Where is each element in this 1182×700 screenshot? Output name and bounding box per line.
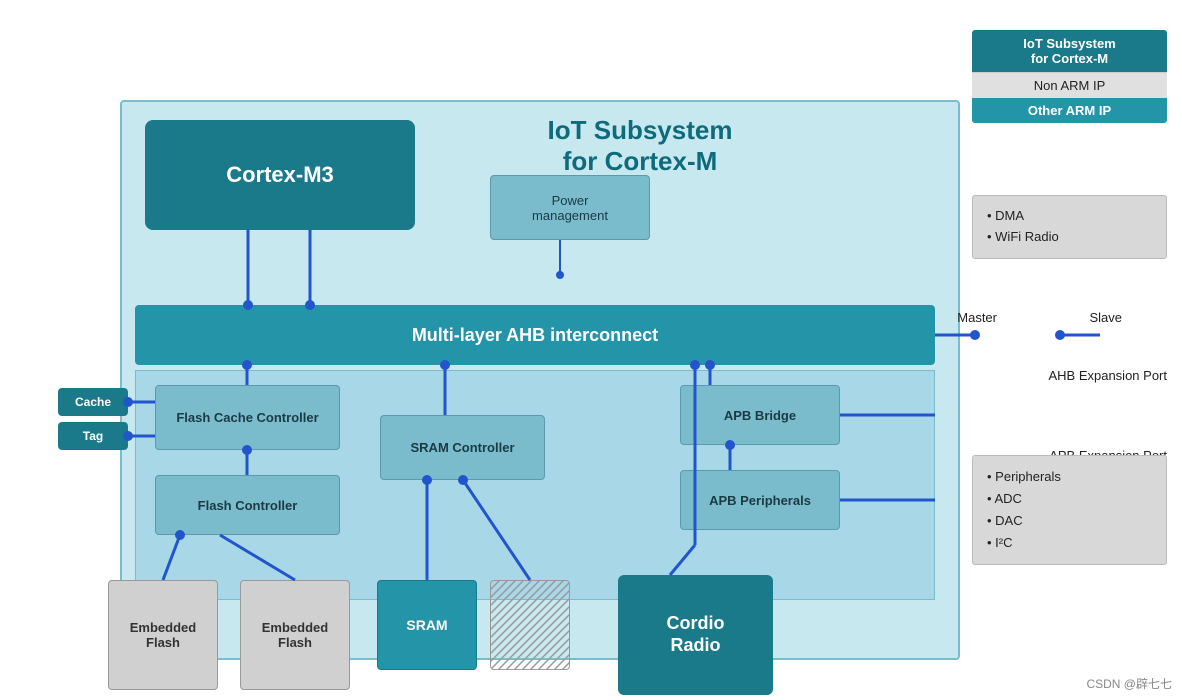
- hatch-pattern: [491, 581, 569, 669]
- iot-subsystem-label: IoT Subsystem for Cortex-M: [480, 115, 800, 177]
- tag-box: Tag: [58, 422, 128, 450]
- slave-label: Slave: [1089, 310, 1122, 325]
- sram-hatch-box: [490, 580, 570, 670]
- tag-label: Tag: [83, 429, 103, 443]
- flash-cache-controller-box: Flash Cache Controller: [155, 385, 340, 450]
- legend-other-arm-label: Other ARM IP: [972, 98, 1167, 123]
- cordio-radio-label: CordioRadio: [667, 613, 725, 656]
- watermark: CSDN @辟七七: [1086, 675, 1172, 692]
- cortex-m3-label: Cortex-M3: [226, 162, 334, 188]
- master-label: Master: [957, 310, 997, 325]
- dma-item: • DMA: [987, 206, 1152, 227]
- embedded-flash-2-label: EmbeddedFlash: [262, 620, 328, 650]
- dac-item: • DAC: [987, 510, 1152, 532]
- apb-bridge-label: APB Bridge: [724, 408, 796, 423]
- sram-controller-label: SRAM Controller: [411, 440, 515, 455]
- flash-cache-controller-label: Flash Cache Controller: [176, 410, 318, 425]
- sram-box: SRAM: [377, 580, 477, 670]
- legend-area: IoT Subsystemfor Cortex-M Non ARM IP Oth…: [972, 30, 1167, 123]
- sram-controller-box: SRAM Controller: [380, 415, 545, 480]
- apb-peripherals-label: APB Peripherals: [709, 493, 811, 508]
- embedded-flash-1-box: EmbeddedFlash: [108, 580, 218, 690]
- power-management-box: Powermanagement: [490, 175, 650, 240]
- ahb-label: Multi-layer AHB interconnect: [412, 325, 658, 346]
- diagram-container: IoT Subsystem for Cortex-M Cortex-M3 Pow…: [0, 0, 1182, 700]
- cordio-radio-box: CordioRadio: [618, 575, 773, 695]
- legend-iot-label: IoT Subsystemfor Cortex-M: [972, 30, 1167, 72]
- ahb-interconnect-box: Multi-layer AHB interconnect: [135, 305, 935, 365]
- cache-box: Cache: [58, 388, 128, 416]
- ahb-expansion-label: AHB Expansion Port: [1048, 368, 1167, 383]
- right-top-info-box: • DMA • WiFi Radio: [972, 195, 1167, 259]
- cache-label: Cache: [75, 395, 111, 409]
- legend-non-arm-label: Non ARM IP: [972, 72, 1167, 98]
- wifi-radio-item: • WiFi Radio: [987, 227, 1152, 248]
- peripherals-item: • Peripherals: [987, 466, 1152, 488]
- embedded-flash-1-label: EmbeddedFlash: [130, 620, 196, 650]
- flash-controller-box: Flash Controller: [155, 475, 340, 535]
- embedded-flash-2-box: EmbeddedFlash: [240, 580, 350, 690]
- apb-bridge-box: APB Bridge: [680, 385, 840, 445]
- flash-controller-label: Flash Controller: [198, 498, 298, 513]
- adc-item: • ADC: [987, 488, 1152, 510]
- apb-peripherals-box: APB Peripherals: [680, 470, 840, 530]
- i2c-item: • I²C: [987, 532, 1152, 554]
- right-bottom-info-box: • Peripherals • ADC • DAC • I²C: [972, 455, 1167, 565]
- cortex-m3-box: Cortex-M3: [145, 120, 415, 230]
- power-management-label: Powermanagement: [532, 193, 608, 223]
- sram-label: SRAM: [406, 617, 447, 633]
